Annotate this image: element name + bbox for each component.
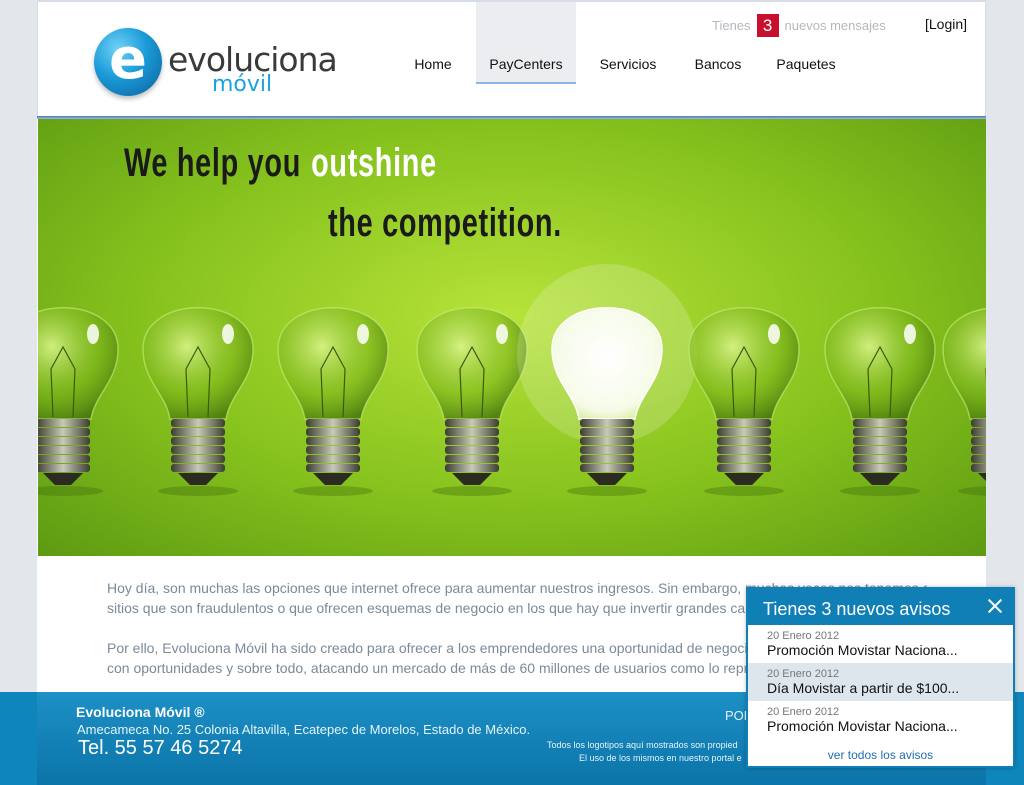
nav-paycenters[interactable]: PayCenters (476, 2, 576, 84)
nav-servicios[interactable]: Servicios (588, 2, 668, 84)
notification-text: Promoción Movistar Naciona... (767, 718, 958, 734)
nav-paquetes[interactable]: Paquetes (768, 2, 844, 84)
hero-headline-part1: We help you (124, 141, 302, 185)
bulb (38, 307, 119, 496)
notifications-panel: Tienes 3 nuevos avisos 20 Enero 2012 Pro… (746, 587, 1015, 768)
hero-banner: We help you outshine the competition. (38, 119, 986, 556)
notification-item[interactable]: 20 Enero 2012 Día Movistar a partir de $… (748, 663, 1013, 701)
notification-date: 20 Enero 2012 (767, 668, 840, 680)
bulb (277, 307, 389, 496)
footer-address: Amecameca No. 25 Colonia Altavilla, Ecat… (77, 722, 531, 737)
footer-phone: Tel. 55 57 46 5274 (78, 737, 243, 759)
bulb (416, 307, 528, 496)
notification-text: Día Movistar a partir de $100... (767, 680, 960, 696)
nav-home[interactable]: Home (400, 2, 466, 84)
site-header: e evoluciona móvil Tienes 3 nuevos mensa… (37, 0, 986, 118)
hero-headline-line1: We help you outshine (124, 141, 437, 186)
bulb (942, 308, 986, 496)
footer-legal-line1: Todos los logotipos aquí mostrados son p… (547, 740, 738, 750)
hero-headline-line2: the competition. (328, 201, 562, 245)
intro-p2-line2: con oportunidades y sobre todo, atacando… (107, 660, 791, 676)
login-link[interactable]: [Login] (925, 16, 967, 32)
notification-item[interactable]: 20 Enero 2012 Promoción Movistar Naciona… (748, 701, 1013, 739)
footer-legal-line2: El uso de los mismos en nuestro portal e (579, 753, 742, 763)
bulb (142, 307, 254, 496)
hero-headline-highlight: outshine (311, 141, 437, 185)
notification-date: 20 Enero 2012 (767, 706, 840, 718)
logo-subtitle: móvil (212, 72, 273, 97)
bulb (824, 307, 936, 496)
nav-bancos[interactable]: Bancos (683, 2, 753, 84)
notification-date: 20 Enero 2012 (767, 630, 840, 642)
view-all-notifications-link[interactable]: ver todos los avisos (748, 748, 1013, 762)
logo-mark-letter: e (109, 27, 147, 92)
bulb (688, 307, 800, 496)
notification-item[interactable]: 20 Enero 2012 Promoción Movistar Naciona… (748, 625, 1013, 663)
close-icon[interactable] (987, 598, 1003, 614)
footer-company-name: Evoluciona Móvil ® (76, 704, 205, 720)
notifications-header: Tienes 3 nuevos avisos (748, 589, 1013, 625)
notification-text: Promoción Movistar Naciona... (767, 642, 958, 658)
notifications-title: Tienes 3 nuevos avisos (763, 599, 951, 619)
logo-icon[interactable]: e (94, 28, 162, 96)
intro-p1-line2: sitios que son fraudulentos o que ofrece… (107, 600, 799, 616)
intro-p2-line1: Por ello, Evoluciona Móvil ha sido cread… (107, 640, 810, 656)
